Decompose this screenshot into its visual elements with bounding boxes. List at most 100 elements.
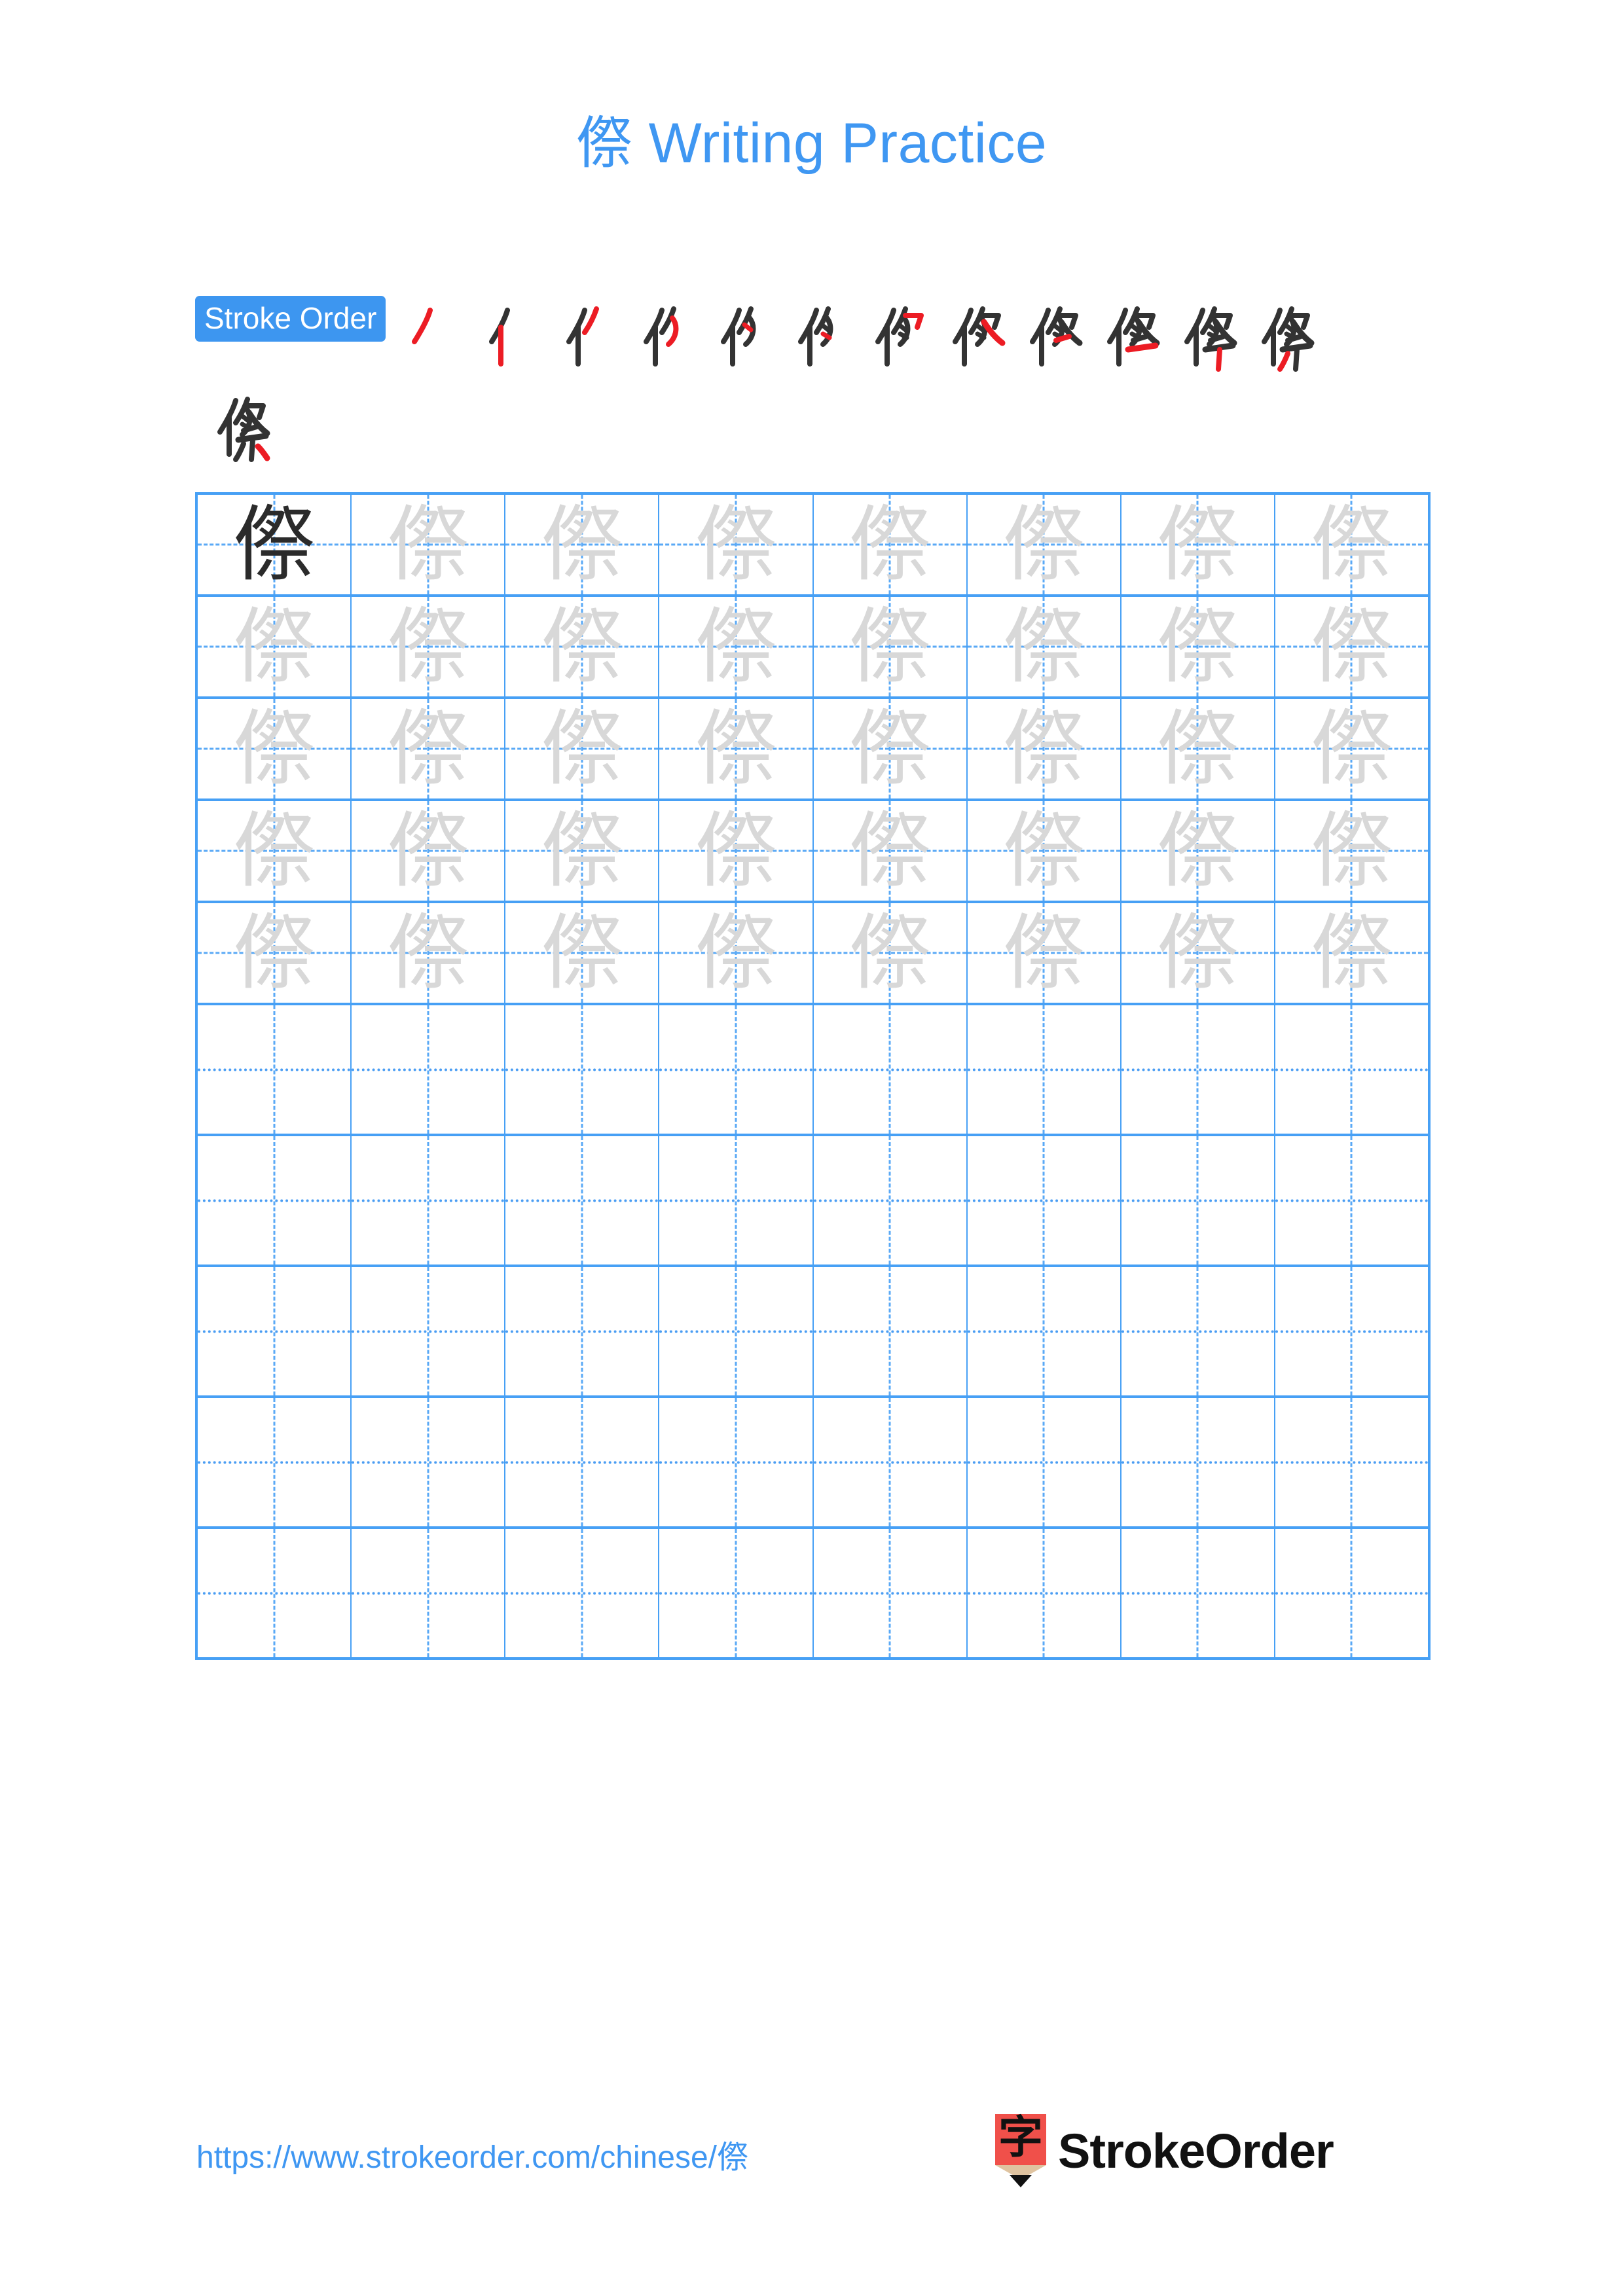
practice-cell[interactable]: 傺 (1275, 801, 1431, 901)
practice-cell[interactable] (352, 1005, 506, 1134)
practice-cell[interactable]: 傺 (968, 903, 1122, 1003)
practice-cell[interactable] (659, 1136, 814, 1265)
practice-cell[interactable]: 傺 (814, 903, 968, 1003)
practice-cell[interactable] (968, 1398, 1122, 1526)
practice-cell[interactable] (814, 1529, 968, 1657)
practice-cell[interactable] (968, 1005, 1122, 1134)
practice-cell[interactable]: 傺 (352, 801, 506, 901)
practice-cell[interactable]: 傺 (968, 597, 1122, 696)
practice-cell[interactable] (1122, 1398, 1275, 1526)
practice-cell[interactable]: 傺 (814, 801, 968, 901)
trace-character: 傺 (1310, 905, 1393, 1001)
practice-cell[interactable] (198, 1005, 352, 1134)
source-url-link[interactable]: https://www.strokeorder.com/chinese/傺 (196, 2131, 748, 2177)
practice-cell[interactable] (198, 1267, 352, 1395)
trace-character: 傺 (233, 599, 316, 694)
practice-cell[interactable] (968, 1136, 1122, 1265)
pencil-icon: 字 (995, 2114, 1046, 2187)
practice-cell[interactable] (352, 1398, 506, 1526)
practice-cell[interactable] (814, 1136, 968, 1265)
practice-cell[interactable] (198, 1529, 352, 1657)
practice-cell[interactable]: 傺 (352, 699, 506, 798)
practice-cell[interactable]: 傺 (814, 495, 968, 594)
practice-cell[interactable] (1275, 1398, 1431, 1526)
practice-cell[interactable] (1122, 1267, 1275, 1395)
practice-cell[interactable] (352, 1267, 506, 1395)
trace-character: 傺 (1156, 803, 1239, 899)
practice-cell[interactable]: 傺 (352, 495, 506, 594)
practice-cell[interactable] (814, 1398, 968, 1526)
practice-cell[interactable]: 傺 (659, 699, 814, 798)
practice-cell[interactable]: 傺 (659, 597, 814, 696)
practice-cell[interactable] (505, 1398, 660, 1526)
practice-cell[interactable] (814, 1005, 968, 1134)
practice-cell[interactable] (1275, 1267, 1431, 1395)
practice-cell[interactable] (659, 1529, 814, 1657)
practice-cell[interactable]: 傺 (659, 801, 814, 901)
practice-cell[interactable]: 傺 (1275, 903, 1431, 1003)
practice-cell[interactable]: 傺 (505, 597, 660, 696)
trace-character: 傺 (1156, 497, 1239, 592)
practice-cell[interactable]: 傺 (198, 801, 352, 901)
practice-cell[interactable]: 傺 (505, 903, 660, 1003)
practice-cell[interactable]: 傺 (1122, 801, 1275, 901)
stroke-step-9 (1008, 296, 1085, 380)
stroke-step-5 (699, 296, 776, 380)
grid-row (198, 1398, 1431, 1529)
practice-cell[interactable] (1275, 1005, 1431, 1134)
stroke-step-8 (930, 296, 1008, 380)
practice-cell[interactable]: 傺 (198, 597, 352, 696)
trace-character: 傺 (1310, 701, 1393, 797)
practice-cell[interactable] (1122, 1136, 1275, 1265)
strokeorder-logo[interactable]: 字 StrokeOrder (995, 2114, 1334, 2187)
practice-cell[interactable]: 傺 (1122, 495, 1275, 594)
practice-cell[interactable] (198, 1398, 352, 1526)
practice-cell[interactable] (659, 1267, 814, 1395)
practice-cell[interactable]: 傺 (968, 699, 1122, 798)
practice-cell[interactable] (814, 1267, 968, 1395)
trace-character: 傺 (541, 905, 623, 1001)
practice-cell[interactable]: 傺 (1275, 495, 1431, 594)
practice-cell[interactable]: 傺 (814, 699, 968, 798)
practice-cell[interactable] (968, 1267, 1122, 1395)
practice-cell[interactable] (1275, 1136, 1431, 1265)
practice-cell[interactable]: 傺 (1122, 597, 1275, 696)
practice-cell[interactable]: 傺 (814, 597, 968, 696)
practice-cell[interactable]: 傺 (198, 903, 352, 1003)
practice-cell[interactable] (659, 1398, 814, 1526)
practice-cell-model[interactable]: 傺 (198, 495, 352, 594)
trace-character: 傺 (541, 497, 623, 592)
practice-cell[interactable] (352, 1136, 506, 1265)
trace-character: 傺 (695, 701, 777, 797)
practice-cell[interactable] (198, 1136, 352, 1265)
practice-cell[interactable]: 傺 (352, 597, 506, 696)
practice-cell[interactable]: 傺 (505, 801, 660, 901)
trace-character: 傺 (848, 497, 931, 592)
practice-cell[interactable]: 傺 (968, 801, 1122, 901)
practice-cell[interactable] (1122, 1005, 1275, 1134)
practice-cell[interactable] (1275, 1529, 1431, 1657)
practice-cell[interactable]: 傺 (505, 495, 660, 594)
stroke-step-6 (776, 296, 853, 380)
practice-cell[interactable]: 傺 (1122, 903, 1275, 1003)
practice-cell[interactable]: 傺 (659, 495, 814, 594)
practice-cell[interactable]: 傺 (1275, 699, 1431, 798)
practice-cell[interactable]: 傺 (352, 903, 506, 1003)
practice-cell[interactable] (505, 1267, 660, 1395)
trace-character: 傺 (233, 905, 316, 1001)
practice-cell[interactable]: 傺 (659, 903, 814, 1003)
practice-cell[interactable]: 傺 (968, 495, 1122, 594)
practice-grid: 傺 傺 傺 傺 傺 傺 傺 傺 傺 傺 傺 傺 傺 傺 傺 傺 傺 傺 傺 傺 … (195, 492, 1431, 1660)
practice-cell[interactable] (659, 1005, 814, 1134)
practice-cell[interactable] (505, 1529, 660, 1657)
trace-character: 傺 (387, 599, 469, 694)
practice-cell[interactable]: 傺 (1122, 699, 1275, 798)
practice-cell[interactable]: 傺 (198, 699, 352, 798)
practice-cell[interactable]: 傺 (1275, 597, 1431, 696)
practice-cell[interactable] (968, 1529, 1122, 1657)
practice-cell[interactable] (1122, 1529, 1275, 1657)
practice-cell[interactable] (352, 1529, 506, 1657)
practice-cell[interactable]: 傺 (505, 699, 660, 798)
practice-cell[interactable] (505, 1005, 660, 1134)
practice-cell[interactable] (505, 1136, 660, 1265)
